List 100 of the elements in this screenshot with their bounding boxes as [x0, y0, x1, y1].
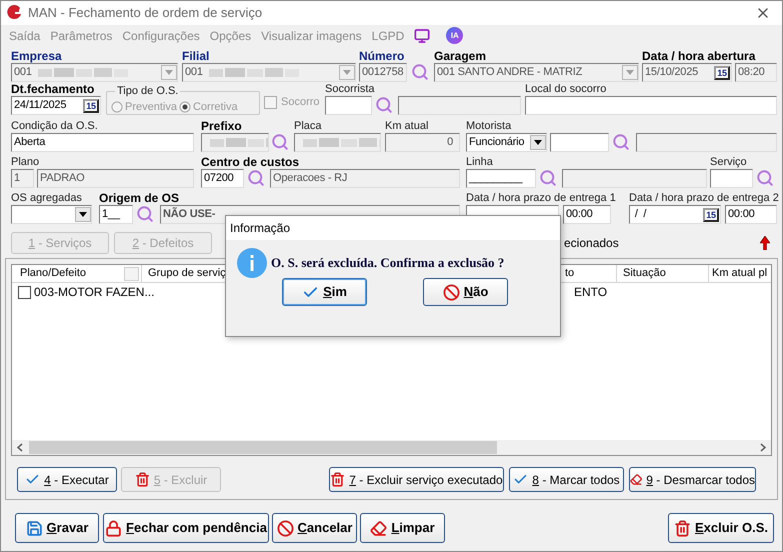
action-button[interactable]: Sim [282, 278, 367, 306]
calendar-button[interactable]: 15 [703, 208, 719, 222]
search-icon[interactable] [375, 96, 393, 114]
field-label: Socorrista [325, 82, 375, 96]
time-field[interactable]: 00:00 [725, 205, 777, 224]
text-field[interactable]: 0 [385, 133, 460, 152]
field-label: OS agregadas [11, 191, 82, 205]
calendar-button[interactable]: 15 [714, 66, 730, 80]
padlock-icon [105, 520, 122, 536]
search-icon[interactable] [247, 169, 265, 187]
text-field[interactable] [201, 133, 269, 152]
action-button[interactable]: Cancelar [272, 513, 357, 543]
text-field[interactable]: _________ [466, 169, 536, 188]
dropdown[interactable]: 001 SANTO ANDRE - MATRIZ [434, 63, 639, 82]
horizontal-scrollbar[interactable] [12, 440, 771, 455]
trash-icon [674, 520, 691, 536]
action-button[interactable]: Fechar com pendência [103, 513, 269, 543]
field-label: Dt.fechamento [11, 82, 94, 96]
date-field[interactable]: 15/10/2025 15 [642, 63, 732, 82]
search-icon[interactable] [612, 133, 630, 151]
field-label: Km atual [385, 119, 428, 133]
field-label: Serviço [710, 155, 747, 169]
trash-icon [134, 472, 150, 487]
text-field[interactable] [636, 133, 777, 152]
text-field[interactable] [525, 96, 777, 115]
date-field[interactable]: 24/11/2025 15 [11, 96, 101, 115]
field-label: Local do socorro [525, 82, 606, 96]
dialog-message: O. S. será excluída. Confirma a exclusão ? [271, 254, 504, 272]
search-icon[interactable] [539, 169, 557, 187]
no-entry-icon [442, 284, 460, 300]
caret-icon[interactable] [75, 207, 91, 222]
column-header[interactable]: Plano/Defeito [14, 265, 142, 282]
text-field[interactable]: 07200 [201, 169, 244, 188]
trash-icon [330, 472, 346, 487]
text-field[interactable]: Operacoes - RJ [270, 169, 460, 188]
field-label: Prefixo [201, 119, 242, 133]
action-button[interactable]: Excluir O.S. [668, 513, 774, 543]
text-field[interactable]: Aberta [11, 133, 194, 152]
ai-button[interactable]: IA [446, 27, 464, 44]
search-icon[interactable] [271, 133, 289, 151]
column-header[interactable]: Situação [617, 265, 709, 282]
action-button[interactable]: 8 - Marcar todos [509, 467, 624, 492]
field-label: Garagem [434, 49, 486, 63]
arrow-up-icon[interactable] [760, 236, 770, 250]
field-label: Empresa [11, 49, 62, 63]
time-field[interactable]: 08:20 [735, 63, 777, 82]
action-button[interactable]: 4 - Executar [17, 467, 117, 492]
window-title: MAN - Fechamento de ordem de serviço [28, 4, 262, 22]
field-label: Data / hora prazo de entrega 2 [629, 191, 779, 205]
field-label: Centro de custos [201, 155, 300, 169]
monitor-icon[interactable] [414, 28, 430, 44]
text-field[interactable] [710, 169, 753, 188]
group-label: Tipo de O.S. [116, 84, 180, 99]
field-label: Filial [182, 49, 210, 63]
radio-icon [111, 100, 123, 113]
search-icon[interactable] [411, 63, 429, 81]
field-label: Motorista [466, 119, 512, 133]
time-field[interactable]: 00:00 [563, 205, 611, 224]
dropdown[interactable] [11, 205, 92, 224]
text-field[interactable]: 1__ [99, 205, 133, 224]
caret-icon[interactable] [530, 135, 546, 150]
dropdown[interactable]: Funcionário [466, 133, 547, 152]
row-checkbox[interactable] [18, 286, 31, 298]
calendar-button[interactable]: 15 [83, 98, 99, 112]
text-field[interactable]: 1 [11, 169, 34, 188]
text-field[interactable]: PADRAO [37, 169, 194, 188]
scrollbar-thumb[interactable] [29, 441, 497, 454]
info-icon [237, 248, 267, 278]
column-header[interactable]: Km atual pl [709, 265, 771, 282]
checkbox-icon [264, 96, 277, 109]
dropdown[interactable]: 001 [11, 63, 178, 82]
text-field[interactable]: 0012758 [359, 63, 407, 82]
field-label: Plano [11, 155, 40, 169]
eraser-icon [630, 472, 642, 487]
text-field[interactable] [550, 133, 609, 152]
field-label: Origem de OS [99, 191, 180, 205]
selection-note: ecionados [564, 235, 619, 252]
field-label: Número [359, 49, 404, 63]
action-button[interactable]: Não [423, 278, 508, 306]
table-cell-text: ENTO [574, 284, 608, 301]
field-label: Condição da O.S. [11, 119, 98, 133]
date-field[interactable]: / / 15 [629, 205, 721, 224]
app-logo-icon [6, 5, 22, 21]
search-icon[interactable] [756, 169, 774, 187]
field-label: Placa [294, 119, 322, 133]
text-field[interactable] [562, 169, 707, 188]
text-field[interactable] [398, 96, 521, 115]
text-field[interactable] [294, 133, 381, 152]
dropdown[interactable]: 001 [182, 63, 356, 82]
radio-icon [178, 100, 191, 113]
eraser-icon [370, 520, 388, 536]
action-button[interactable]: Gravar [15, 513, 99, 543]
action-button[interactable]: 9 - Desmarcar todos [629, 467, 756, 492]
text-field[interactable] [325, 96, 372, 115]
field-label: Data / hora abertura [642, 49, 756, 63]
field-label: Linha [466, 155, 493, 169]
action-button[interactable]: Limpar [360, 513, 445, 543]
action-button[interactable]: 7 - Excluir serviço executado [329, 467, 504, 492]
table-cell-text: 003-MOTOR FAZEN... [34, 284, 154, 301]
search-icon[interactable] [136, 205, 154, 223]
